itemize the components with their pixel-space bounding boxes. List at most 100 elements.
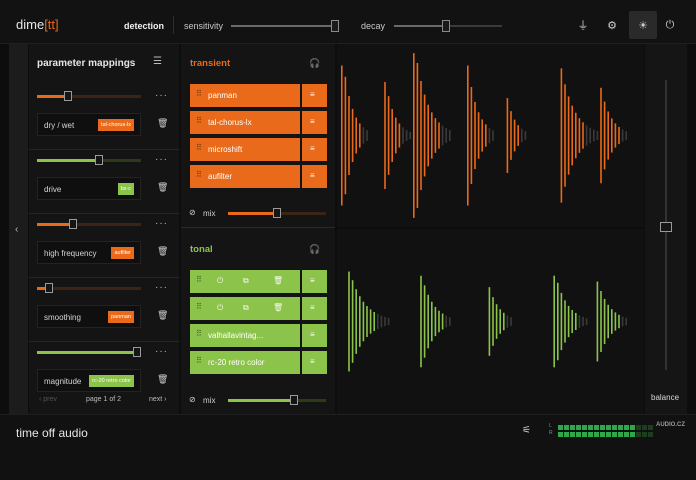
mapping-slider-knob[interactable] [69,219,77,229]
waveform-bar [359,123,361,148]
logo-text: dime [16,17,45,32]
collapse-strip[interactable]: ‹ [9,44,28,414]
meter-segment [564,432,569,437]
fx-slot-tonal[interactable]: ⠿ ⏻ ⧉ 🗑 [190,270,300,293]
drag-handle-icon[interactable]: ⠿ [196,89,202,98]
fx-slot-transient[interactable]: ⠿ microshift [190,138,300,161]
drag-handle-icon[interactable]: ⠿ [196,143,202,152]
mapping-card[interactable]: high frequency aufilter [37,241,141,264]
parameter-mappings-title: parameter mappings [37,58,136,69]
hamburger-icon: ≡ [310,171,315,180]
drag-handle-icon[interactable]: ⠿ [196,329,202,338]
decay-slider[interactable] [394,20,502,32]
mapping-slider[interactable] [37,155,141,165]
mapping-slider[interactable] [37,347,141,357]
link-icon[interactable]: ⊘ [189,208,196,217]
meter-segment [582,425,587,430]
sensitivity-slider[interactable] [231,20,339,32]
plug-icon[interactable]: ⏚ [572,14,594,36]
mapping-slider-knob[interactable] [95,155,103,165]
chevron-left-icon[interactable]: ‹ [15,224,18,235]
decay-knob[interactable] [442,20,450,32]
drag-handle-icon[interactable]: ⠿ [196,170,202,179]
transient-mix-knob[interactable] [273,208,281,218]
link-icon[interactable]: ⊘ [189,395,196,404]
waveform-bar [434,118,437,153]
more-options-icon[interactable]: ··· [155,218,168,229]
meter-segment [576,432,581,437]
trash-icon[interactable]: 🗑 [157,310,168,321]
open-window-icon[interactable]: ⧉ [243,303,249,313]
sensitivity-knob[interactable] [331,20,339,32]
power-icon[interactable]: ⏻ [217,276,223,286]
drag-handle-icon[interactable]: ⠿ [196,275,202,284]
open-window-icon[interactable]: ⧉ [243,276,249,286]
mapping-card[interactable]: dry / wet tal-chorus-lx [37,113,141,136]
meter-label-left: L [549,423,552,429]
fx-menu-button[interactable]: ≡ [302,138,327,161]
sun-icon[interactable]: ☀ [629,11,657,39]
waveform-bar [420,80,422,191]
waveform-bar [510,317,512,326]
drag-handle-icon[interactable]: ⠿ [196,116,202,125]
more-options-icon[interactable]: ··· [155,346,168,357]
list-menu-icon[interactable]: ☰ [153,56,162,67]
waveform-bar [359,296,361,347]
mapping-card[interactable]: magnitude rc-20 retro color [37,369,141,392]
fx-menu-button[interactable]: ≡ [302,324,327,347]
trash-icon[interactable]: 🗑 [273,303,283,312]
trash-icon[interactable]: 🗑 [157,118,168,129]
sliders-icon[interactable]: ⚟ [522,425,531,436]
mapping-card[interactable]: drive bx-c [37,177,141,200]
fx-menu-button[interactable]: ≡ [302,165,327,188]
trash-icon[interactable]: 🗑 [157,182,168,193]
drag-handle-icon[interactable]: ⠿ [196,302,202,311]
fx-slot-tonal[interactable]: ⠿ ⏻ ⧉ 🗑 [190,297,300,320]
mapping-card[interactable]: smoothing panman [37,305,141,328]
drag-handle-icon[interactable]: ⠿ [196,356,202,365]
mapping-slider[interactable] [37,283,141,293]
waveform-bar [384,316,386,327]
fx-menu-button[interactable]: ≡ [302,111,327,134]
waveform-bar [423,285,426,358]
trash-icon[interactable]: 🗑 [157,374,168,385]
fx-slot-tonal[interactable]: ⠿ valhallavintag... [190,324,300,347]
fx-slot-tonal[interactable]: ⠿ rc-20 retro color [190,351,300,374]
tonal-mix-slider[interactable] [228,395,326,405]
power-icon[interactable]: ⏻ [659,14,681,36]
more-options-icon[interactable]: ··· [155,90,168,101]
mapping-slider[interactable] [37,91,141,101]
waveform-bar [603,298,606,345]
next-page-link[interactable]: next › [149,396,167,403]
fx-slot-transient[interactable]: ⠿ aufilter [190,165,300,188]
tonal-mix-knob[interactable] [290,395,298,405]
mapping-slider-knob[interactable] [64,91,72,101]
mapping-target-badge: bx-c [117,183,134,195]
waveform-bar [625,317,627,326]
more-options-icon[interactable]: ··· [155,154,168,165]
fx-menu-button[interactable]: ≡ [302,84,327,107]
balance-knob[interactable] [660,222,672,232]
fx-menu-button[interactable]: ≡ [302,297,327,320]
headphones-icon[interactable]: 🎧 [309,58,320,69]
headphones-icon[interactable]: 🎧 [309,244,320,255]
fx-slot-transient[interactable]: ⠿ panman [190,84,300,107]
power-icon[interactable]: ⏻ [217,303,223,313]
mapping-row: ··· dry / wet tal-chorus-lx 🗑 [29,86,179,150]
transient-mix-slider[interactable] [228,208,326,218]
prev-page-link[interactable]: ‹ prev [39,396,57,403]
waveform-bar [600,290,602,353]
fx-menu-button[interactable]: ≡ [302,351,327,374]
mapping-slider[interactable] [37,219,141,229]
gear-icon[interactable]: ⚙ [601,14,623,36]
more-options-icon[interactable]: ··· [155,282,168,293]
waveform-bar [582,122,584,149]
balance-label: balance [651,393,680,402]
mapping-slider-knob[interactable] [133,347,141,357]
trash-icon[interactable]: 🗑 [157,246,168,257]
trash-icon[interactable]: 🗑 [273,276,283,285]
mapping-slider-knob[interactable] [45,283,53,293]
fx-menu-button[interactable]: ≡ [302,270,327,293]
fx-slot-transient[interactable]: ⠿ tal-chorus-lx [190,111,300,134]
mapping-row: ··· smoothing panman 🗑 [29,278,179,342]
